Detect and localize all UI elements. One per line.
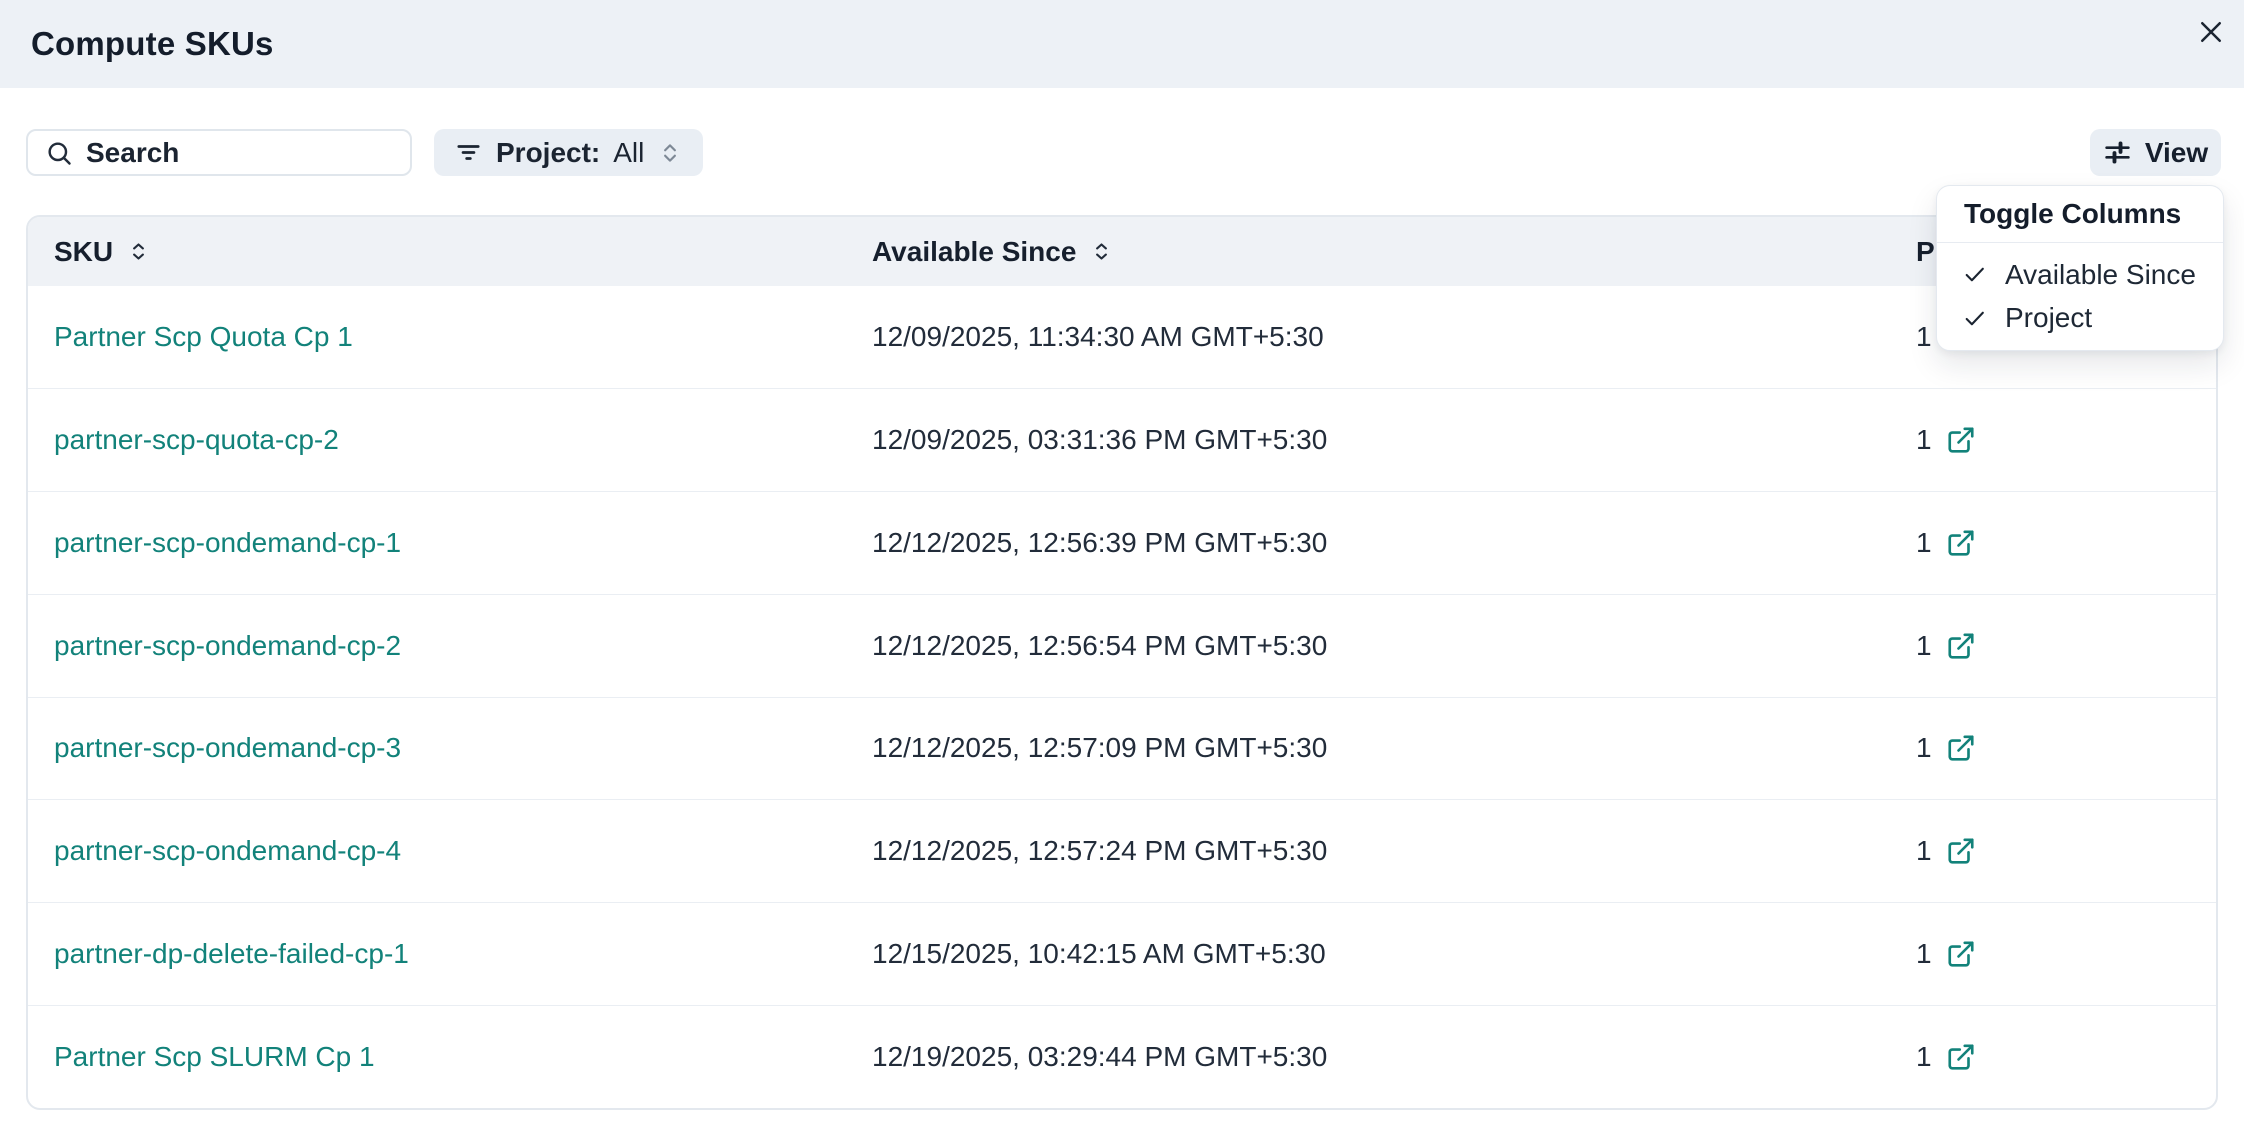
sku-link[interactable]: Partner Scp SLURM Cp 1 <box>54 1041 375 1072</box>
sort-icon <box>128 241 149 262</box>
table-row: Partner Scp Quota Cp 1 12/09/2025, 11:34… <box>28 286 2216 388</box>
project-count: 1 <box>1916 835 1932 867</box>
project-count: 1 <box>1916 938 1932 970</box>
project-count: 1 <box>1916 321 1932 353</box>
menu-item-available-since[interactable]: Available Since <box>1937 259 2223 291</box>
column-header-sku[interactable]: SKU <box>28 236 872 268</box>
search-icon <box>45 139 73 167</box>
filter-label: Project: <box>496 137 600 169</box>
sku-cell: partner-scp-quota-cp-2 <box>28 424 872 456</box>
project-cell: 1 <box>1916 630 2216 662</box>
table-header-row: SKU Available Since Project <box>28 217 2216 286</box>
column-header-available-since[interactable]: Available Since <box>872 236 1916 268</box>
external-link-icon[interactable] <box>1946 939 1976 969</box>
project-count: 1 <box>1916 732 1932 764</box>
sku-cell: partner-scp-ondemand-cp-1 <box>28 527 872 559</box>
project-count: 1 <box>1916 1041 1932 1073</box>
sku-link[interactable]: partner-scp-ondemand-cp-2 <box>54 630 401 661</box>
popup-items: Available Since Project <box>1937 243 2223 350</box>
menu-item-project[interactable]: Project <box>1937 302 2223 334</box>
external-link-icon[interactable] <box>1946 528 1976 558</box>
project-cell: 1 <box>1916 527 2216 559</box>
view-button-label: View <box>2145 137 2208 169</box>
project-count: 1 <box>1916 424 1932 456</box>
view-button[interactable]: View <box>2090 129 2221 176</box>
check-icon <box>1962 262 1987 287</box>
sku-cell: partner-scp-ondemand-cp-2 <box>28 630 872 662</box>
table-row: partner-scp-ondemand-cp-4 12/12/2025, 12… <box>28 799 2216 902</box>
available-since-cell: 12/09/2025, 11:34:30 AM GMT+5:30 <box>872 321 1916 353</box>
project-cell: 1 <box>1916 938 2216 970</box>
close-button[interactable] <box>2191 12 2231 52</box>
column-header-label: SKU <box>54 236 113 268</box>
search-input[interactable] <box>86 131 475 174</box>
sort-icon <box>1091 241 1112 262</box>
search-box <box>26 129 412 176</box>
external-link-icon[interactable] <box>1946 425 1976 455</box>
available-since-cell: 12/19/2025, 03:29:44 PM GMT+5:30 <box>872 1041 1916 1073</box>
table-row: partner-scp-ondemand-cp-2 12/12/2025, 12… <box>28 594 2216 697</box>
close-icon <box>2196 17 2226 47</box>
chevron-up-down-icon <box>657 140 683 166</box>
sku-cell: partner-scp-ondemand-cp-4 <box>28 835 872 867</box>
sku-cell: Partner Scp SLURM Cp 1 <box>28 1041 872 1073</box>
page-title: Compute SKUs <box>31 25 274 63</box>
sku-link[interactable]: partner-scp-ondemand-cp-1 <box>54 527 401 558</box>
sku-link[interactable]: partner-scp-quota-cp-2 <box>54 424 339 455</box>
table-row: partner-scp-ondemand-cp-1 12/12/2025, 12… <box>28 491 2216 594</box>
check-icon <box>1962 306 1987 331</box>
column-header-label: Available Since <box>872 236 1076 268</box>
filter-value: All <box>613 137 644 169</box>
sku-cell: partner-dp-delete-failed-cp-1 <box>28 938 872 970</box>
sku-link[interactable]: Partner Scp Quota Cp 1 <box>54 321 353 352</box>
project-filter-button[interactable]: Project: All <box>434 129 703 176</box>
sku-cell: Partner Scp Quota Cp 1 <box>28 321 872 353</box>
external-link-icon[interactable] <box>1946 836 1976 866</box>
project-cell: 1 <box>1916 732 2216 764</box>
toggle-columns-popup: Toggle Columns Available Since Project <box>1936 185 2224 351</box>
sliders-icon <box>2103 138 2132 167</box>
menu-item-label: Project <box>2005 302 2092 334</box>
table-row: partner-scp-ondemand-cp-3 12/12/2025, 12… <box>28 697 2216 800</box>
popup-title: Toggle Columns <box>1937 186 2223 243</box>
project-count: 1 <box>1916 527 1932 559</box>
project-cell: 1 <box>1916 1041 2216 1073</box>
filter-icon <box>454 138 483 167</box>
table-body: Partner Scp Quota Cp 1 12/09/2025, 11:34… <box>28 286 2216 1108</box>
available-since-cell: 12/09/2025, 03:31:36 PM GMT+5:30 <box>872 424 1916 456</box>
available-since-cell: 12/12/2025, 12:57:24 PM GMT+5:30 <box>872 835 1916 867</box>
table-row: Partner Scp SLURM Cp 1 12/19/2025, 03:29… <box>28 1005 2216 1108</box>
table-row: partner-dp-delete-failed-cp-1 12/15/2025… <box>28 902 2216 1005</box>
available-since-cell: 12/15/2025, 10:42:15 AM GMT+5:30 <box>872 938 1916 970</box>
available-since-cell: 12/12/2025, 12:56:39 PM GMT+5:30 <box>872 527 1916 559</box>
external-link-icon[interactable] <box>1946 631 1976 661</box>
title-bar: Compute SKUs <box>0 0 2244 88</box>
sku-link[interactable]: partner-dp-delete-failed-cp-1 <box>54 938 409 969</box>
project-count: 1 <box>1916 630 1932 662</box>
menu-item-label: Available Since <box>2005 259 2196 291</box>
external-link-icon[interactable] <box>1946 1042 1976 1072</box>
available-since-cell: 12/12/2025, 12:56:54 PM GMT+5:30 <box>872 630 1916 662</box>
table-row: partner-scp-quota-cp-2 12/09/2025, 03:31… <box>28 388 2216 491</box>
project-cell: 1 <box>1916 424 2216 456</box>
sku-cell: partner-scp-ondemand-cp-3 <box>28 732 872 764</box>
sku-table: SKU Available Since Project Partner Scp … <box>26 215 2218 1110</box>
sku-link[interactable]: partner-scp-ondemand-cp-3 <box>54 732 401 763</box>
external-link-icon[interactable] <box>1946 733 1976 763</box>
sku-link[interactable]: partner-scp-ondemand-cp-4 <box>54 835 401 866</box>
available-since-cell: 12/12/2025, 12:57:09 PM GMT+5:30 <box>872 732 1916 764</box>
project-cell: 1 <box>1916 835 2216 867</box>
